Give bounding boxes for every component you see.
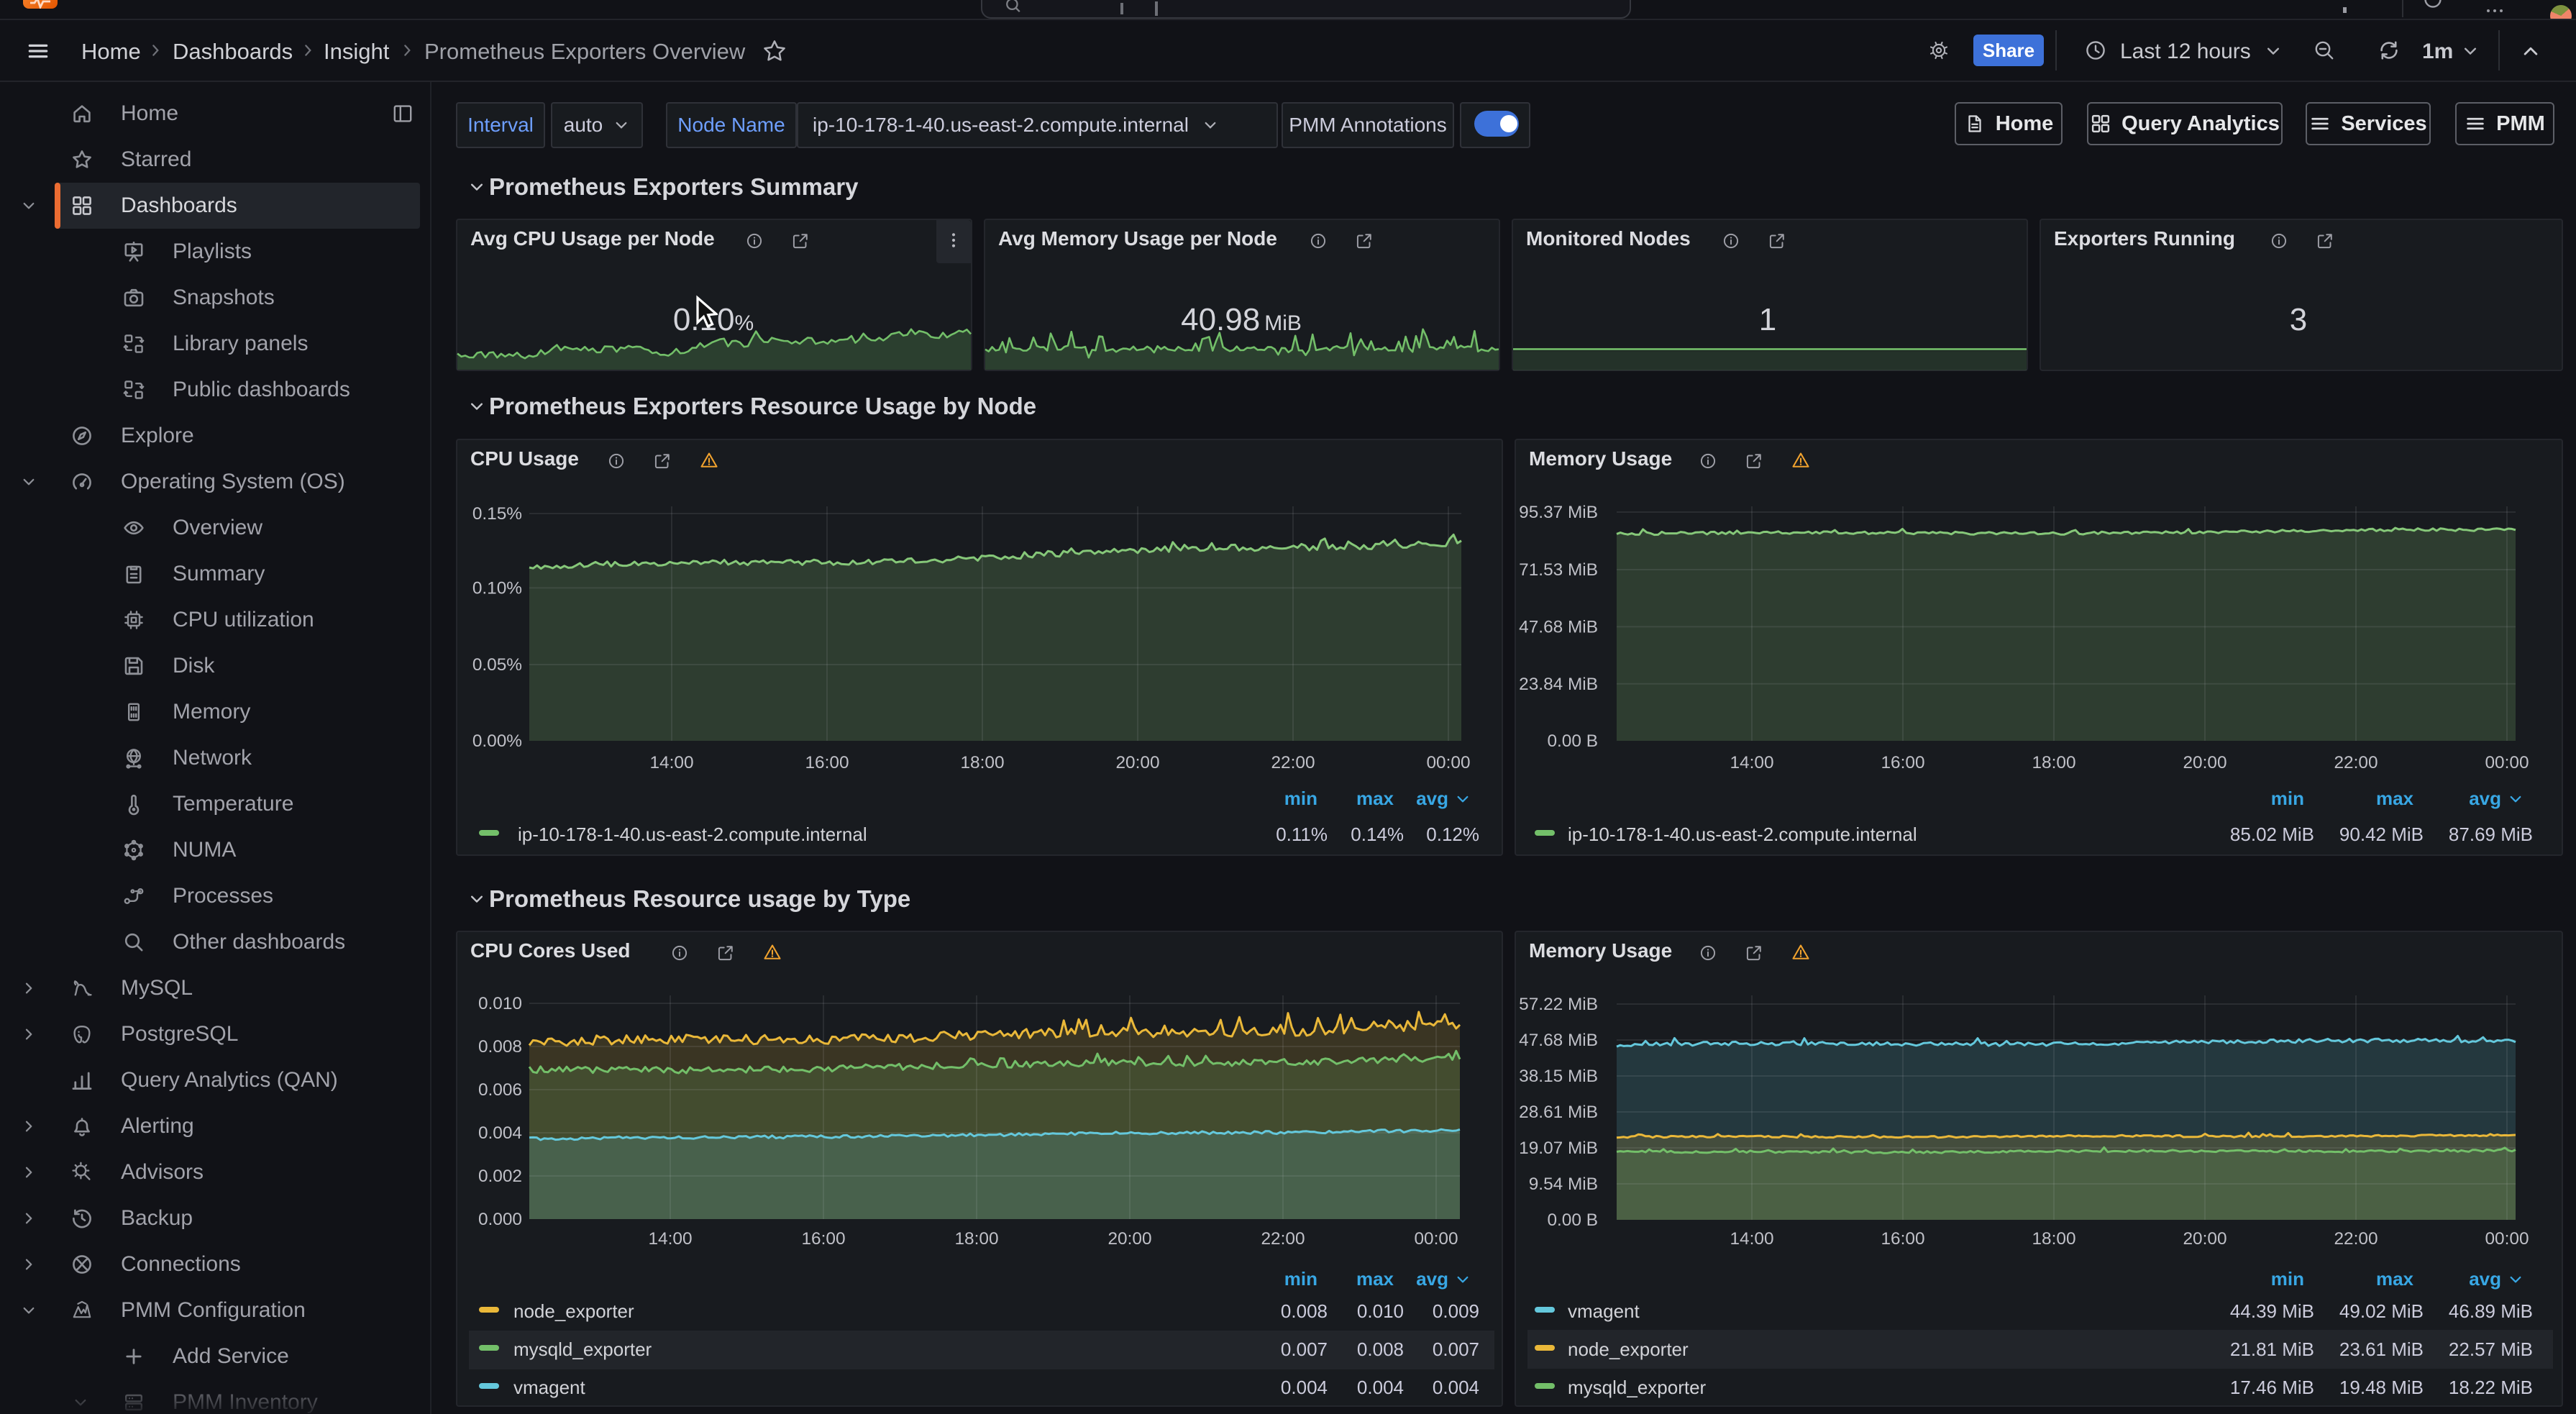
svg-text:22:00: 22:00 — [2334, 753, 2378, 772]
svg-text:22:00: 22:00 — [1271, 753, 1315, 772]
svg-text:0.15%: 0.15% — [472, 504, 522, 524]
svg-text:20:00: 20:00 — [1115, 753, 1159, 772]
svg-text:0.008: 0.008 — [478, 1037, 522, 1057]
svg-text:47.68 MiB: 47.68 MiB — [1519, 617, 1598, 637]
svg-text:18:00: 18:00 — [954, 1229, 998, 1249]
svg-text:9.54 MiB: 9.54 MiB — [1529, 1174, 1598, 1194]
svg-text:14:00: 14:00 — [649, 753, 693, 772]
svg-text:18:00: 18:00 — [2032, 1229, 2075, 1249]
svg-text:18:00: 18:00 — [2032, 753, 2075, 772]
svg-text:14:00: 14:00 — [1730, 753, 1773, 772]
svg-text:28.61 MiB: 28.61 MiB — [1519, 1103, 1598, 1122]
svg-text:20:00: 20:00 — [1107, 1229, 1151, 1249]
svg-text:16:00: 16:00 — [801, 1229, 845, 1249]
svg-text:0.05%: 0.05% — [472, 655, 522, 675]
svg-text:0.00 B: 0.00 B — [1547, 731, 1598, 751]
svg-text:0.004: 0.004 — [478, 1123, 522, 1143]
svg-text:22:00: 22:00 — [1261, 1229, 1305, 1249]
svg-text:20:00: 20:00 — [2183, 1229, 2226, 1249]
svg-text:19.07 MiB: 19.07 MiB — [1519, 1139, 1598, 1158]
svg-text:0.00%: 0.00% — [472, 731, 522, 751]
svg-text:95.37 MiB: 95.37 MiB — [1519, 503, 1598, 522]
svg-text:0.002: 0.002 — [478, 1167, 522, 1186]
svg-text:0.00 B: 0.00 B — [1547, 1210, 1598, 1230]
svg-text:23.84 MiB: 23.84 MiB — [1519, 675, 1598, 694]
svg-text:57.22 MiB: 57.22 MiB — [1519, 995, 1598, 1014]
svg-text:0.010: 0.010 — [478, 994, 522, 1013]
svg-text:71.53 MiB: 71.53 MiB — [1519, 560, 1598, 580]
svg-text:0.000: 0.000 — [478, 1210, 522, 1229]
svg-text:0.10%: 0.10% — [472, 578, 522, 598]
svg-text:16:00: 16:00 — [805, 753, 849, 772]
svg-text:14:00: 14:00 — [648, 1229, 692, 1249]
svg-text:00:00: 00:00 — [1426, 753, 1470, 772]
svg-text:16:00: 16:00 — [1881, 1229, 1924, 1249]
svg-text:22:00: 22:00 — [2334, 1229, 2378, 1249]
svg-text:38.15 MiB: 38.15 MiB — [1519, 1067, 1598, 1086]
svg-text:0.006: 0.006 — [478, 1080, 522, 1100]
svg-text:14:00: 14:00 — [1730, 1229, 1773, 1249]
svg-text:00:00: 00:00 — [1414, 1229, 1458, 1249]
svg-text:16:00: 16:00 — [1881, 753, 1924, 772]
svg-text:20:00: 20:00 — [2183, 753, 2226, 772]
svg-text:00:00: 00:00 — [2485, 753, 2529, 772]
svg-text:18:00: 18:00 — [960, 753, 1004, 772]
svg-text:00:00: 00:00 — [2485, 1229, 2529, 1249]
svg-text:47.68 MiB: 47.68 MiB — [1519, 1031, 1598, 1050]
